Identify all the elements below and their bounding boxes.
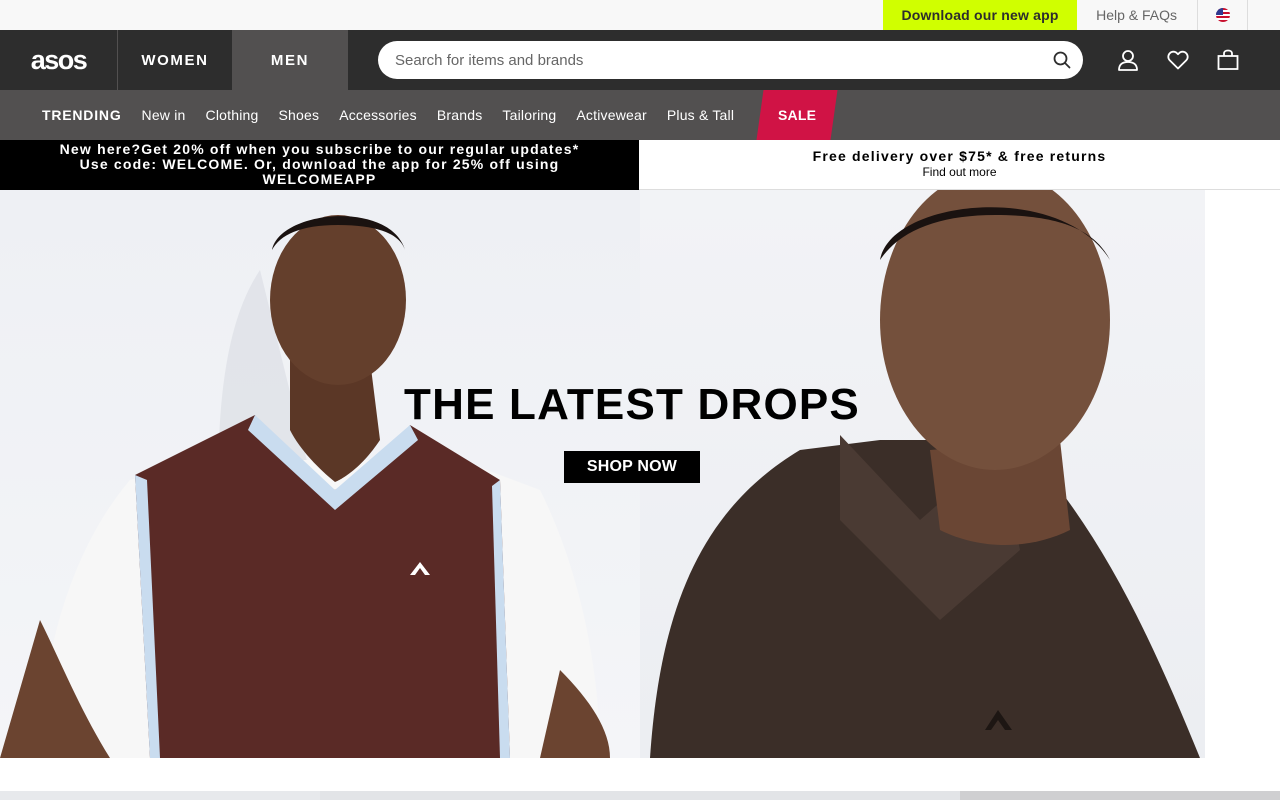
nav-brands[interactable]: Brands [427, 90, 493, 140]
search-input[interactable] [395, 51, 1051, 69]
tab-men[interactable]: MEN [233, 30, 348, 90]
asos-logo[interactable]: asos [0, 30, 118, 90]
promo-line-1: New here?Get 20% off when you subscribe … [59, 141, 580, 157]
hero-image-left [0, 190, 640, 758]
hero-banner[interactable]: THE LATEST DROPS SHOP NOW [0, 190, 1280, 758]
hero-edge [1205, 190, 1280, 758]
account-icon[interactable] [1103, 30, 1153, 90]
nav-shoes[interactable]: Shoes [268, 90, 329, 140]
category-nav: TRENDING New in Clothing Shoes Accessori… [0, 90, 1280, 140]
nav-sale[interactable]: SALE [756, 90, 838, 140]
find-out-more-link[interactable]: Find out more [639, 165, 1280, 179]
nav-sale-label: SALE [778, 107, 817, 123]
promo-strip: New here?Get 20% off when you subscribe … [0, 140, 1280, 190]
nav-accessories[interactable]: Accessories [329, 90, 427, 140]
nav-tailoring[interactable]: Tailoring [492, 90, 566, 140]
content-tiles-strip [0, 758, 1280, 800]
model-in-cable-knit-vest-image [0, 215, 610, 758]
hero-image-right [640, 190, 1205, 758]
nav-activewear[interactable]: Activewear [566, 90, 656, 140]
nav-plus-tall[interactable]: Plus & Tall [657, 90, 744, 140]
tile-3[interactable] [960, 791, 1280, 800]
country-selector[interactable] [1198, 0, 1248, 30]
delivery-promo-banner[interactable]: Free delivery over $75* & free returns F… [639, 140, 1280, 190]
promo-line-3: WELCOMEAPP [262, 171, 377, 187]
hero-title: THE LATEST DROPS [404, 380, 860, 429]
model-in-suede-jacket-image [650, 190, 1200, 758]
header-icons [1103, 30, 1253, 90]
utility-bar: Download our new app Help & FAQs [0, 0, 1280, 30]
tile-2[interactable] [320, 791, 960, 800]
nav-clothing[interactable]: Clothing [196, 90, 269, 140]
welcome-promo-banner[interactable]: New here?Get 20% off when you subscribe … [0, 140, 639, 190]
us-flag-icon [1215, 8, 1230, 22]
tile-1[interactable] [0, 791, 320, 800]
main-header: asos WOMEN MEN [0, 30, 1280, 90]
heart-icon[interactable] [1153, 30, 1203, 90]
nav-trending[interactable]: TRENDING [32, 90, 132, 140]
promo-line-2: Use code: WELCOME. Or, download the app … [79, 156, 560, 172]
nav-new-in[interactable]: New in [132, 90, 196, 140]
shop-now-button[interactable]: SHOP NOW [564, 451, 700, 483]
tab-women[interactable]: WOMEN [118, 30, 233, 90]
search-icon[interactable] [1051, 49, 1073, 71]
delivery-title: Free delivery over $75* & free returns [812, 148, 1107, 164]
download-app-link[interactable]: Download our new app [883, 0, 1078, 30]
help-faqs-link[interactable]: Help & FAQs [1077, 0, 1198, 30]
bag-icon[interactable] [1203, 30, 1253, 90]
search-bar [378, 41, 1083, 79]
